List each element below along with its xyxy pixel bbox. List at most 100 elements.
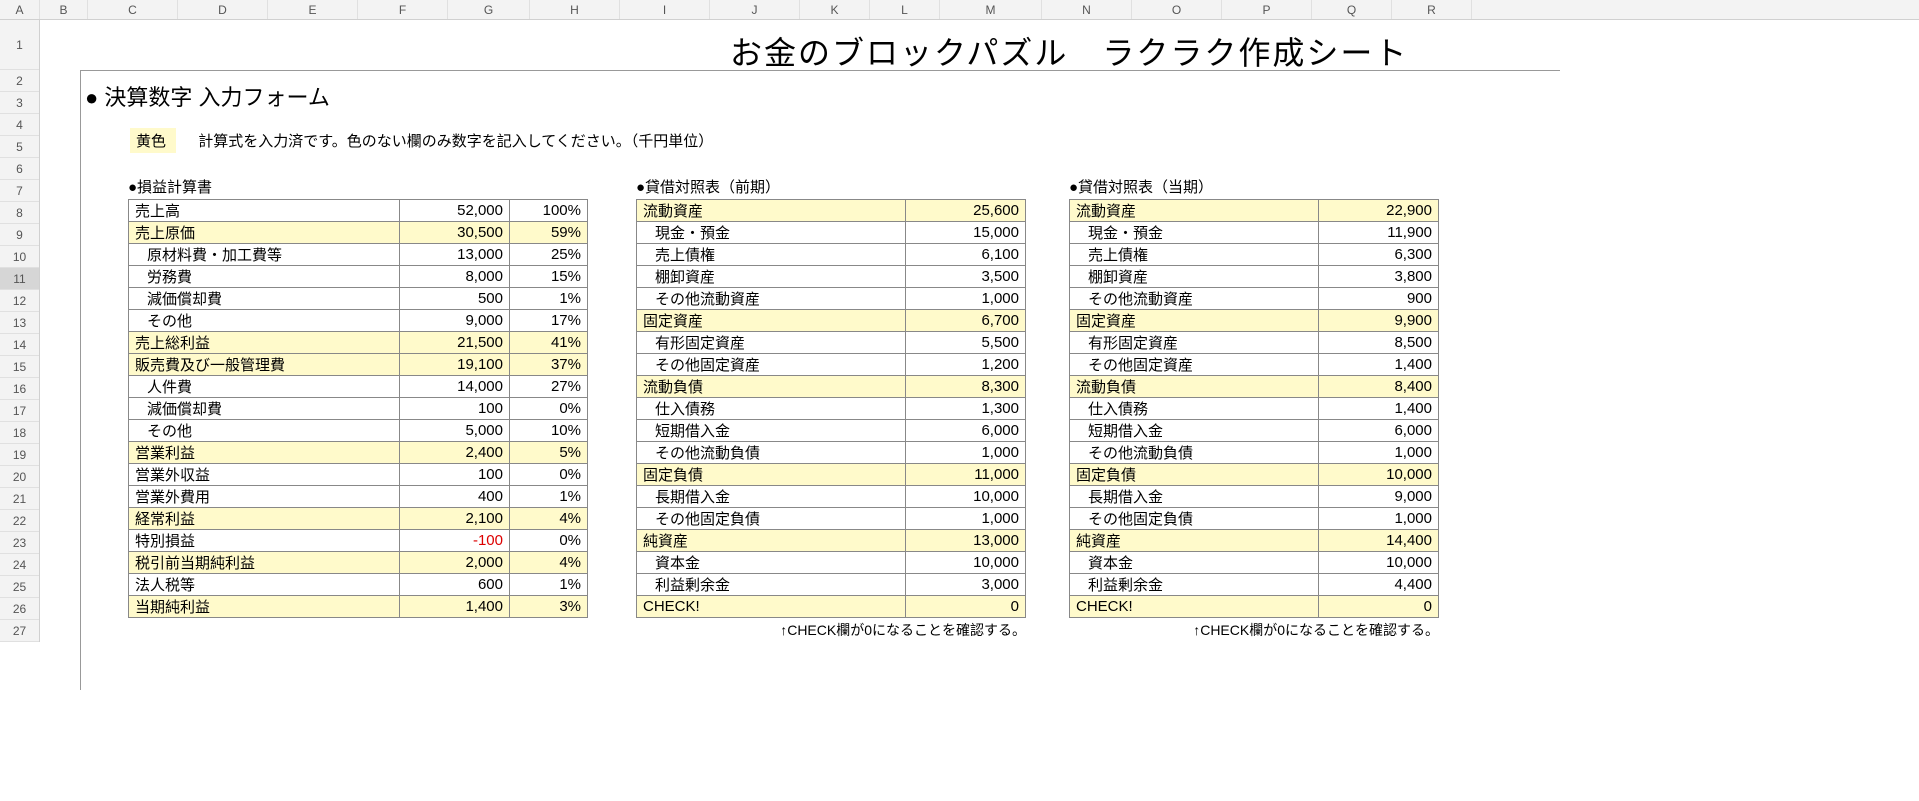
row-value[interactable]: 30,500 [400,222,510,244]
table-row[interactable]: その他固定資産1,400 [1070,354,1439,376]
table-row[interactable]: 人件費14,00027% [129,376,588,398]
table-row[interactable]: その他5,00010% [129,420,588,442]
row-value[interactable]: 6,700 [906,310,1026,332]
row-header-17[interactable]: 17 [0,400,39,422]
table-row[interactable]: 法人税等6001% [129,574,588,596]
row-header-10[interactable]: 10 [0,246,39,268]
row-header-12[interactable]: 12 [0,290,39,312]
table-row[interactable]: 純資産13,000 [637,530,1026,552]
column-header-O[interactable]: O [1132,0,1222,19]
row-header-22[interactable]: 22 [0,510,39,532]
row-header-18[interactable]: 18 [0,422,39,444]
row-percent[interactable]: 100% [510,200,588,222]
row-value[interactable]: 1,400 [400,596,510,618]
column-header-A[interactable]: A [0,0,40,19]
column-header-P[interactable]: P [1222,0,1312,19]
row-value[interactable]: 400 [400,486,510,508]
row-header-7[interactable]: 7 [0,180,39,202]
column-header-N[interactable]: N [1042,0,1132,19]
table-row[interactable]: 減価償却費5001% [129,288,588,310]
row-value[interactable]: 8,400 [1319,376,1439,398]
row-value[interactable]: 52,000 [400,200,510,222]
table-row[interactable]: 営業外費用4001% [129,486,588,508]
column-header-E[interactable]: E [268,0,358,19]
row-header-21[interactable]: 21 [0,488,39,510]
table-row[interactable]: 売上高52,000100% [129,200,588,222]
row-value[interactable]: 11,000 [906,464,1026,486]
row-value[interactable]: 10,000 [906,486,1026,508]
table-row[interactable]: CHECK!0 [1070,596,1439,618]
row-header-9[interactable]: 9 [0,224,39,246]
row-header-14[interactable]: 14 [0,334,39,356]
row-value[interactable]: 22,900 [1319,200,1439,222]
column-header-Q[interactable]: Q [1312,0,1392,19]
column-header-F[interactable]: F [358,0,448,19]
table-row[interactable]: 減価償却費1000% [129,398,588,420]
row-percent[interactable]: 15% [510,266,588,288]
table-row[interactable]: 現金・預金15,000 [637,222,1026,244]
row-header-20[interactable]: 20 [0,466,39,488]
row-value[interactable]: 1,400 [1319,398,1439,420]
row-value[interactable]: 8,300 [906,376,1026,398]
row-header-15[interactable]: 15 [0,356,39,378]
row-value[interactable]: 13,000 [400,244,510,266]
table-row[interactable]: その他固定負債1,000 [1070,508,1439,530]
row-percent[interactable]: 10% [510,420,588,442]
table-row[interactable]: 現金・預金11,900 [1070,222,1439,244]
table-row[interactable]: 有形固定資産5,500 [637,332,1026,354]
row-value[interactable]: 3,800 [1319,266,1439,288]
table-row[interactable]: CHECK!0 [637,596,1026,618]
table-row[interactable]: 仕入債務1,300 [637,398,1026,420]
row-header-3[interactable]: 3 [0,92,39,114]
table-row[interactable]: 税引前当期純利益2,0004% [129,552,588,574]
row-value[interactable]: 14,400 [1319,530,1439,552]
table-row[interactable]: 長期借入金9,000 [1070,486,1439,508]
row-value[interactable]: 5,000 [400,420,510,442]
row-value[interactable]: 1,400 [1319,354,1439,376]
balance-sheet-curr-table[interactable]: 流動資産22,900現金・預金11,900売上債権6,300棚卸資産3,800そ… [1069,199,1439,618]
profit-loss-table[interactable]: 売上高52,000100%売上原価30,50059%原材料費・加工費等13,00… [128,199,588,618]
column-header-K[interactable]: K [800,0,870,19]
row-value[interactable]: 100 [400,398,510,420]
table-row[interactable]: その他9,00017% [129,310,588,332]
row-header-26[interactable]: 26 [0,598,39,620]
table-row[interactable]: 営業利益2,4005% [129,442,588,464]
row-value[interactable]: 0 [1319,596,1439,618]
row-header-16[interactable]: 16 [0,378,39,400]
row-value[interactable]: 19,100 [400,354,510,376]
table-row[interactable]: 仕入債務1,400 [1070,398,1439,420]
row-percent[interactable]: 27% [510,376,588,398]
row-header-5[interactable]: 5 [0,136,39,158]
table-row[interactable]: 固定資産6,700 [637,310,1026,332]
row-value[interactable]: 600 [400,574,510,596]
table-row[interactable]: 流動負債8,300 [637,376,1026,398]
column-header-J[interactable]: J [710,0,800,19]
row-percent[interactable]: 1% [510,486,588,508]
table-row[interactable]: 短期借入金6,000 [1070,420,1439,442]
column-header-G[interactable]: G [448,0,530,19]
row-header-19[interactable]: 19 [0,444,39,466]
row-percent[interactable]: 41% [510,332,588,354]
row-value[interactable]: 2,100 [400,508,510,530]
table-row[interactable]: 売上総利益21,50041% [129,332,588,354]
table-row[interactable]: 利益剰余金4,400 [1070,574,1439,596]
row-value[interactable]: 1,200 [906,354,1026,376]
row-percent[interactable]: 59% [510,222,588,244]
table-row[interactable]: 利益剰余金3,000 [637,574,1026,596]
table-row[interactable]: 固定負債11,000 [637,464,1026,486]
table-row[interactable]: その他固定資産1,200 [637,354,1026,376]
row-header-6[interactable]: 6 [0,158,39,180]
row-percent[interactable]: 25% [510,244,588,266]
table-row[interactable]: 売上原価30,50059% [129,222,588,244]
row-header-13[interactable]: 13 [0,312,39,334]
row-value[interactable]: 9,000 [400,310,510,332]
table-row[interactable]: 固定資産9,900 [1070,310,1439,332]
row-value[interactable]: 2,400 [400,442,510,464]
row-value[interactable]: 0 [906,596,1026,618]
column-header-D[interactable]: D [178,0,268,19]
table-row[interactable]: 流動負債8,400 [1070,376,1439,398]
row-header-23[interactable]: 23 [0,532,39,554]
row-percent[interactable]: 0% [510,530,588,552]
table-row[interactable]: 特別損益-1000% [129,530,588,552]
row-value[interactable]: 10,000 [906,552,1026,574]
